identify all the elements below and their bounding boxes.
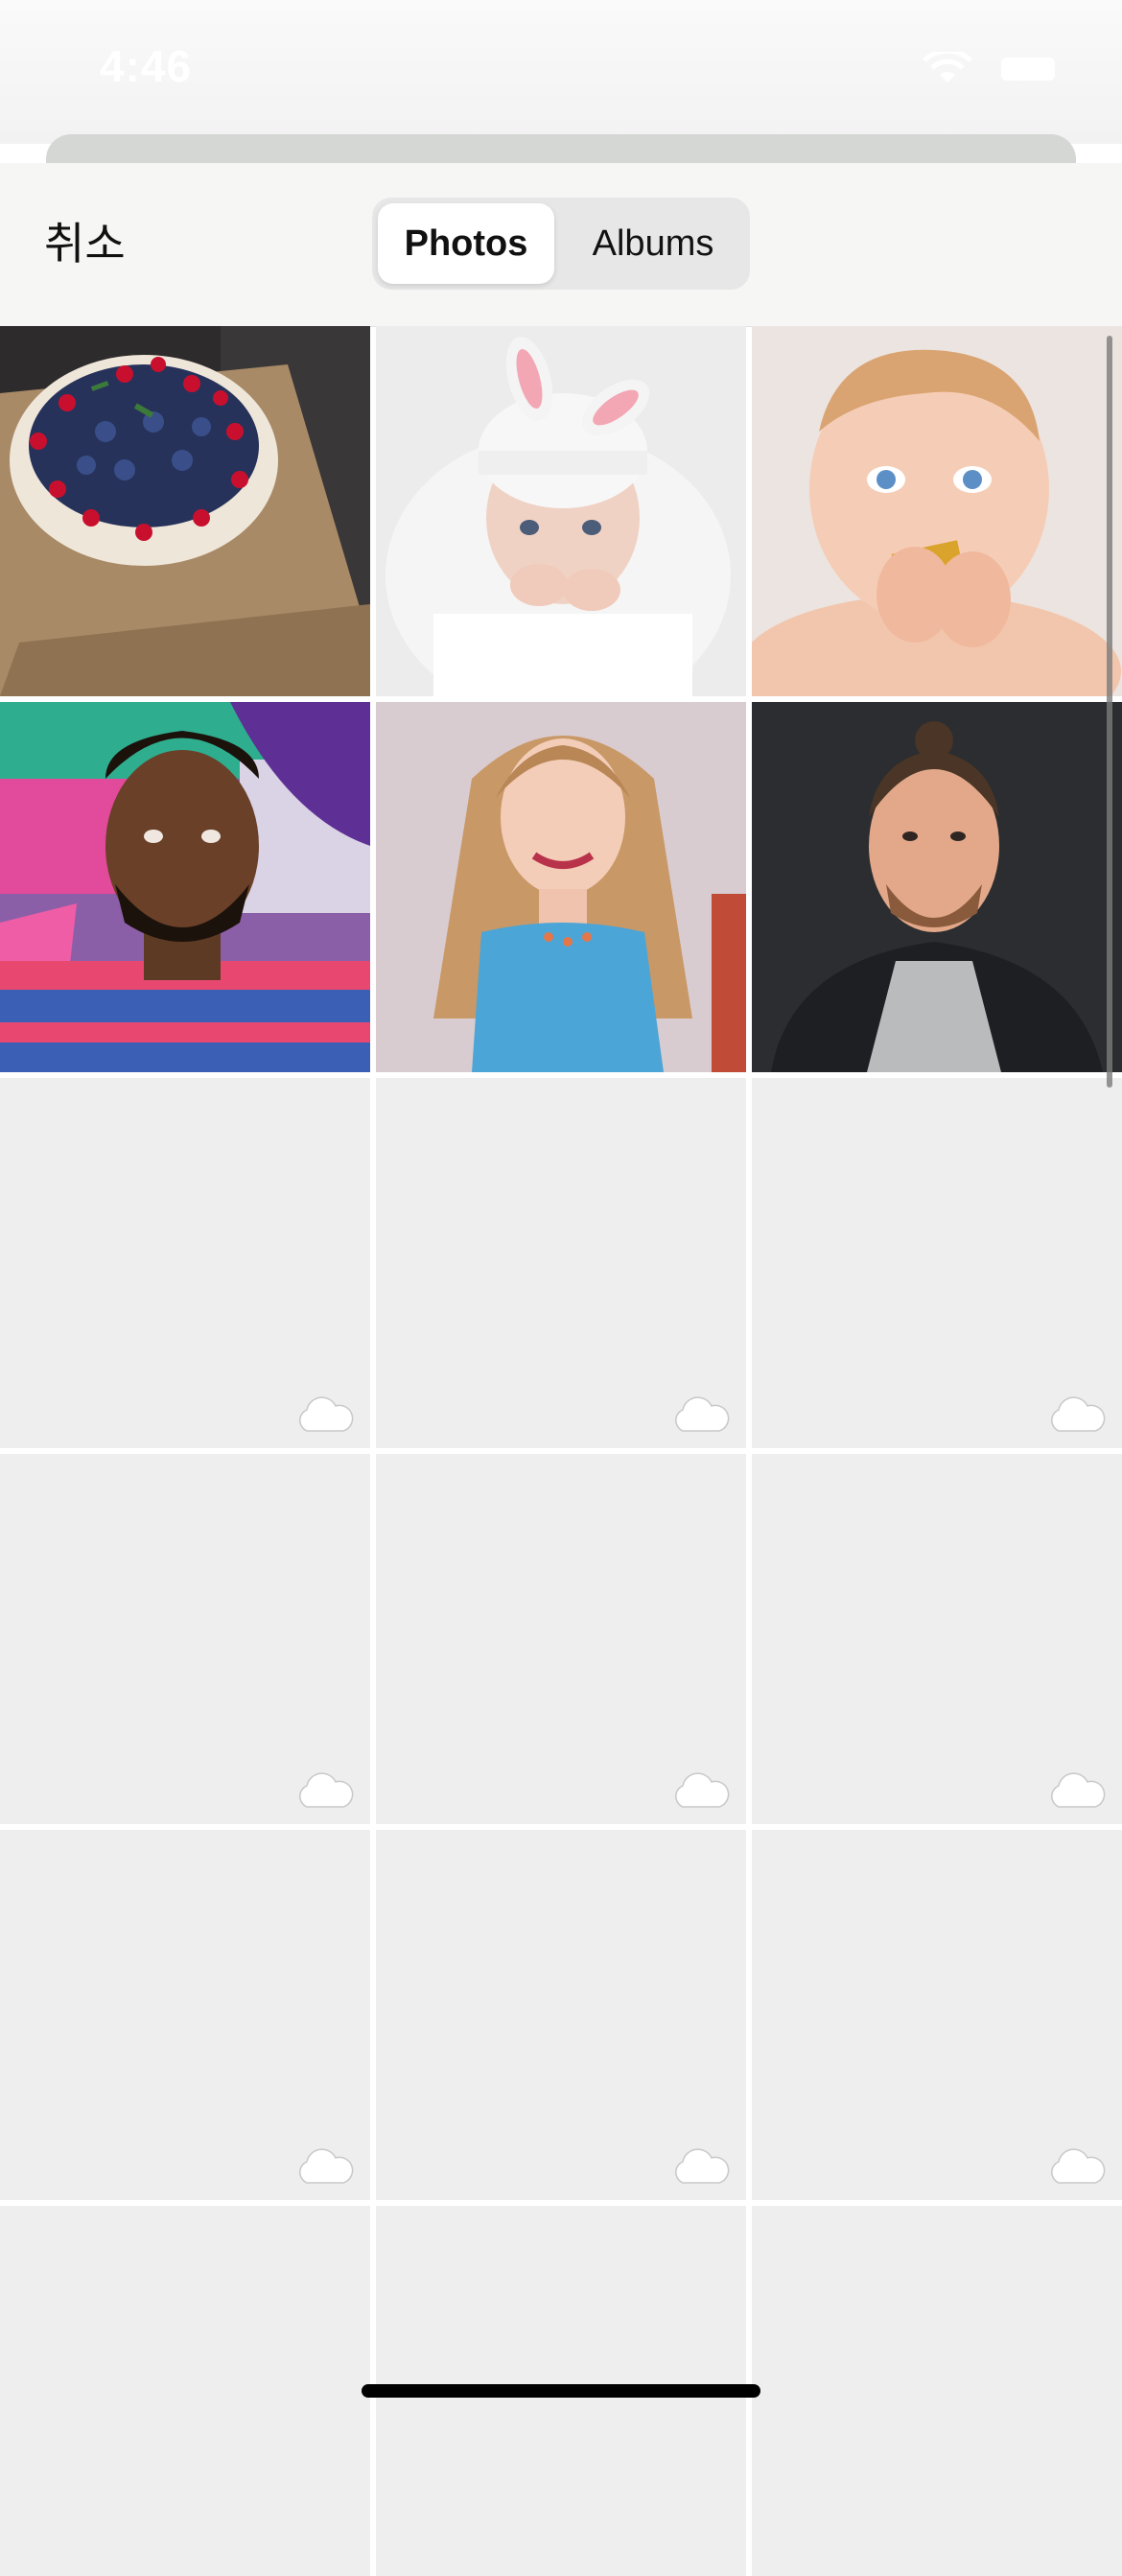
photo-man-graffiti[interactable] [0, 702, 370, 1072]
cloud-icon [675, 1396, 730, 1432]
segment-photos[interactable]: Photos [378, 203, 554, 284]
segment-albums[interactable]: Albums [562, 203, 744, 284]
status-icons [921, 52, 1055, 84]
cloud-icon [299, 2148, 354, 2184]
photo-baby-block[interactable] [752, 326, 1122, 696]
photo-placeholder[interactable] [376, 1830, 746, 2200]
home-indicator[interactable] [362, 2384, 760, 2398]
photo-placeholder[interactable] [0, 1078, 370, 1448]
photo-placeholder[interactable] [752, 1454, 1122, 1824]
berry-pavlova-image [0, 326, 370, 696]
man-graffiti-image [0, 702, 370, 1072]
battery-icon [1001, 58, 1055, 81]
man-dark-background-image [752, 702, 1122, 1072]
cloud-icon [299, 1396, 354, 1432]
photo-baby-bunny-hat[interactable] [376, 326, 746, 696]
photo-placeholder[interactable] [0, 1830, 370, 2200]
segmented-control: Photos Albums [372, 198, 750, 290]
photo-placeholder[interactable] [376, 1454, 746, 1824]
scroll-indicator[interactable] [1107, 336, 1112, 1088]
woman-smiling-image [376, 702, 746, 1072]
photo-placeholder[interactable] [752, 1830, 1122, 2200]
photo-placeholder[interactable] [0, 1454, 370, 1824]
photo-placeholder[interactable] [752, 1078, 1122, 1448]
photo-placeholder[interactable] [752, 2206, 1122, 2576]
cancel-button[interactable]: 취소 [44, 209, 126, 272]
wifi-icon [923, 52, 972, 82]
cloud-icon [1051, 1772, 1106, 1808]
photo-man-dark-background[interactable] [752, 702, 1122, 1072]
baby-block-image [752, 326, 1122, 696]
cloud-icon [1051, 2148, 1106, 2184]
photo-woman-smiling[interactable] [376, 702, 746, 1072]
photo-placeholder[interactable] [376, 1078, 746, 1448]
cloud-icon [1051, 1396, 1106, 1432]
cloud-icon [675, 2148, 730, 2184]
baby-bunny-hat-image [376, 326, 746, 696]
photo-placeholder[interactable] [0, 2206, 370, 2576]
cloud-icon [299, 1772, 354, 1808]
photo-berry-pavlova[interactable] [0, 326, 370, 696]
cloud-icon [675, 1772, 730, 1808]
status-bar: 4:46 [0, 0, 1122, 144]
picker-nav-bar: 취소 Photos Albums [0, 163, 1122, 327]
status-time: 4:46 [100, 41, 193, 91]
